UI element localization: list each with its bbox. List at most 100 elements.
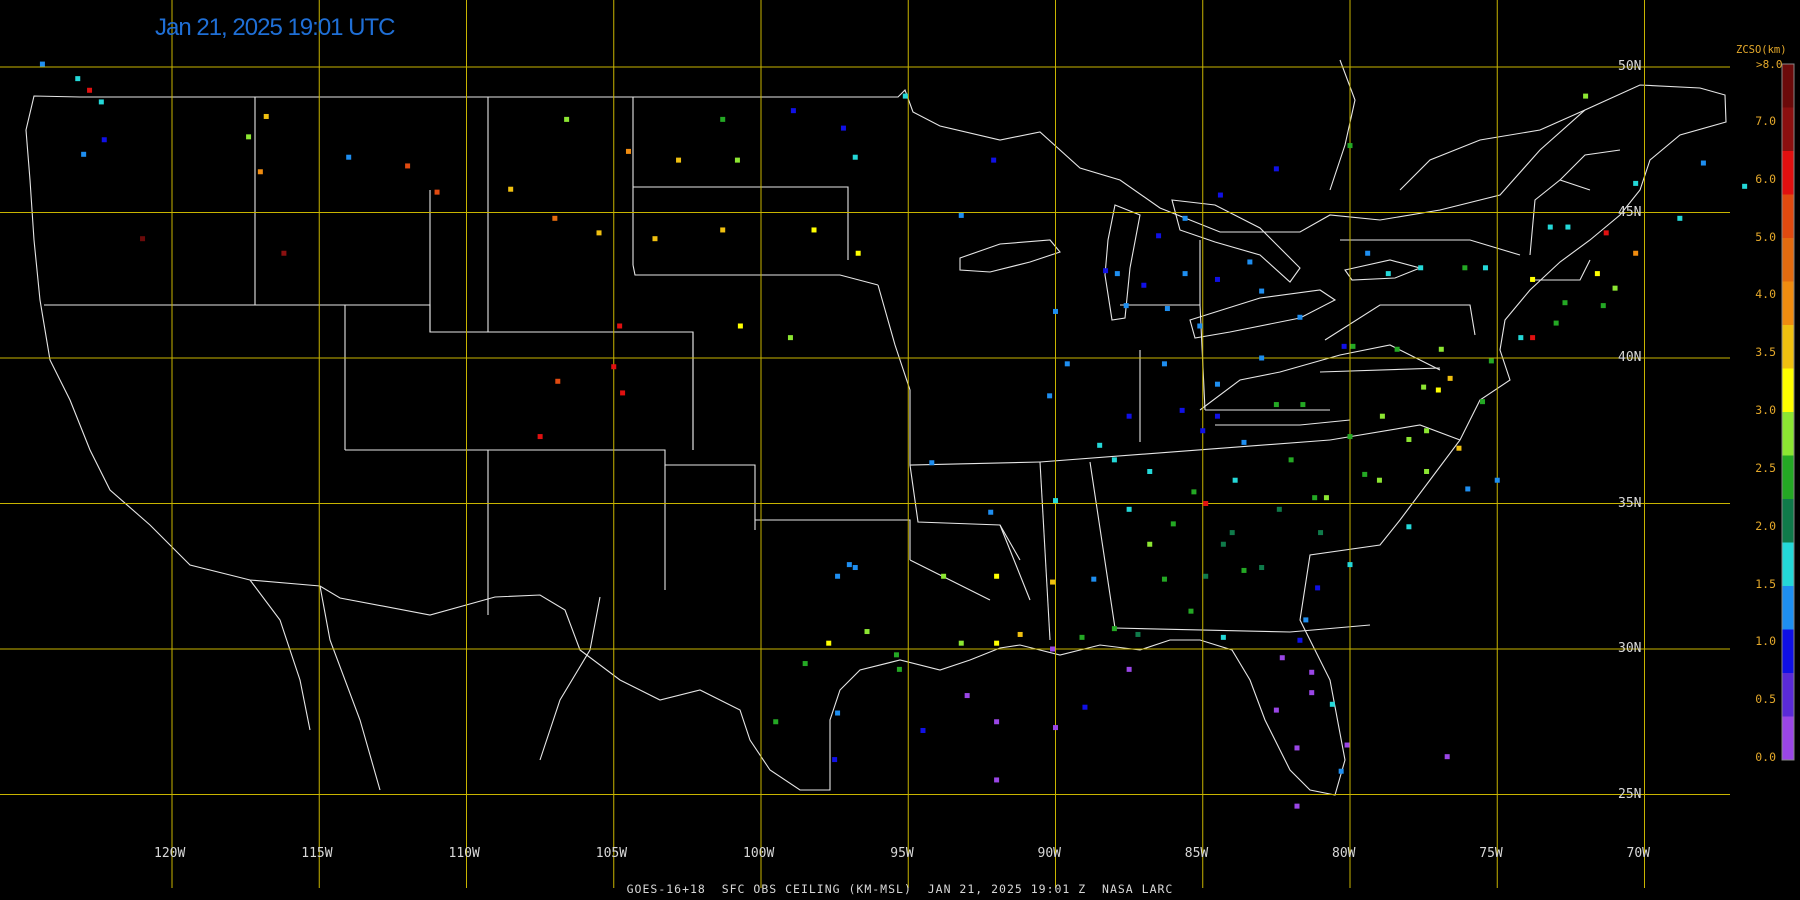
station-observation [1406,524,1412,530]
station-observation [1394,346,1400,352]
latitude-label: 30N [1618,641,1642,656]
ceiling-map [0,0,1800,900]
colorbar-swatch [1782,716,1794,761]
station-observation [1303,617,1309,623]
longitude-label: 80W [1332,846,1356,861]
station-observation [611,364,617,370]
colorbar-swatch [1782,325,1794,369]
station-observation [1156,233,1162,239]
station-observation [1603,230,1609,236]
station-observation [1017,631,1023,637]
station-observation [1294,745,1300,751]
station-observation [1612,285,1618,291]
station-observation [1053,308,1058,314]
station-observation [1600,303,1606,309]
colorbar-value-label: 0.5 [1755,692,1776,707]
longitude-label: 90W [1037,846,1061,861]
station-observation [1126,666,1132,672]
station-observation [1179,407,1185,413]
station-observation [81,151,87,157]
station-observation [1338,768,1344,774]
station-observation [1259,565,1265,571]
latitude-label: 25N [1618,786,1642,802]
station-observation [1126,413,1132,419]
station-observation [346,154,352,160]
colorbar-value-label: 2.5 [1755,460,1776,475]
colorbar-title: ZCSO(km) [1736,44,1787,56]
station-observation [1562,300,1568,306]
station-observation [1444,754,1450,760]
station-observation [1214,381,1220,387]
station-observation [737,323,743,329]
station-observation [1200,428,1206,434]
station-observation [720,227,726,233]
station-observation [555,378,561,384]
station-observation [896,666,902,672]
station-observation [625,148,631,154]
footer-caption: GOES-16+18 SFC OBS CEILING (KM-MSL) JAN … [626,882,1174,896]
station-observation [1376,477,1382,483]
station-observation [1494,477,1500,483]
longitude-label: 110W [448,846,480,861]
station-observation [1300,402,1306,408]
station-observation [1465,486,1471,492]
station-observation [988,509,994,515]
station-observation [1135,631,1141,637]
station-observation [1273,707,1279,713]
station-observation [1288,457,1294,463]
station-observation [811,227,817,233]
station-observation [508,186,514,192]
station-observation [994,777,1000,783]
station-observation [1247,259,1253,265]
station-observation [140,236,146,242]
station-observation [617,323,623,329]
colorbar-value-label: 2.0 [1755,518,1776,533]
colorbar-swatch [1782,542,1794,587]
station-observation [1594,271,1600,277]
station-observation [941,573,947,579]
station-observation [1182,271,1188,277]
station-observation [1214,413,1220,419]
station-observation [1633,180,1639,186]
station-observation [1318,530,1324,536]
station-observation [1406,436,1412,442]
station-observation [537,434,543,440]
longitude-label: 85W [1184,846,1209,861]
station-observation [1365,250,1371,256]
colorbar-value-label: 7.0 [1755,114,1776,128]
station-observation [596,230,602,236]
station-observation [1583,93,1589,99]
station-observation [1350,343,1356,349]
station-observation [1047,393,1053,399]
station-observation [1147,468,1153,474]
station-observation [802,661,808,667]
station-observation [1421,384,1427,390]
station-observation [958,212,964,218]
colorbar-swatch [1782,629,1794,674]
station-observation [1050,646,1056,652]
station-observation [1082,704,1088,710]
station-observation [1385,271,1391,277]
station-observation [1188,608,1194,614]
colorbar-value-label: 3.0 [1755,403,1776,418]
station-observation [1091,576,1097,582]
longitude-label: 95W [890,846,914,861]
station-observation [832,757,838,763]
colorbar [1781,63,1795,761]
station-observation [1097,442,1103,448]
longitude-label: 120W [154,846,186,861]
station-observation [1161,576,1167,582]
station-observation [1518,335,1524,341]
station-observation [281,250,287,256]
station-observation [840,125,846,131]
station-observation [1362,471,1368,477]
timestamp-title: Jan 21, 2025 19:01 UTC [155,14,396,41]
station-observation [994,719,1000,725]
station-observation [676,157,682,163]
station-observation [1530,335,1536,341]
colorbar-swatch [1782,151,1794,195]
colorbar-top-label: >8.0 [1756,58,1783,71]
station-observation [1126,506,1132,512]
station-observation [1547,224,1553,230]
station-observation [1530,276,1536,282]
